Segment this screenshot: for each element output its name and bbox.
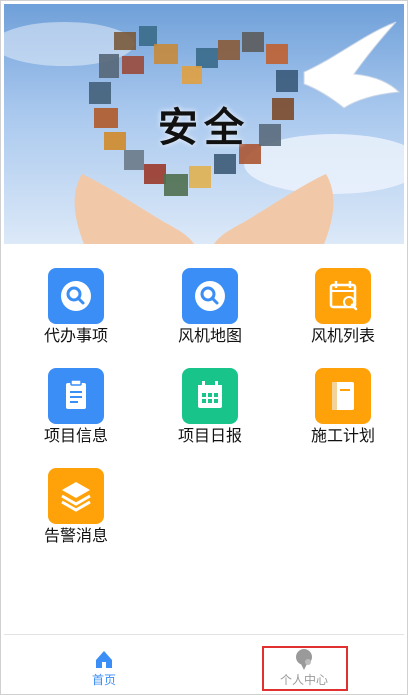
menu-item-label: 告警消息 <box>43 526 108 545</box>
menu-item-project-info[interactable]: 项目信息 <box>15 344 135 445</box>
safety-banner: 安全 <box>4 4 404 244</box>
clipboard-icon <box>48 368 104 424</box>
menu-item-label: 代办事项 <box>43 326 108 345</box>
menu-item-fan-map[interactable]: 风机地图 <box>149 244 269 345</box>
menu-item-label: 施工计划 <box>310 426 375 445</box>
search-icon <box>182 268 238 324</box>
menu-item-label: 项目日报 <box>177 426 242 445</box>
book-icon <box>315 368 371 424</box>
search-icon <box>48 268 104 324</box>
menu-item-todo[interactable]: 代办事项 <box>15 244 135 345</box>
menu-grid: 代办事项 风机地图 风机列表 项目信息 项目日报 施工计划 告警消息 <box>4 244 404 634</box>
banner-title: 安全 <box>158 105 250 151</box>
tab-home-label: 首页 <box>91 673 116 687</box>
menu-item-alarm-messages[interactable]: 告警消息 <box>15 444 135 545</box>
highlight-box <box>262 646 348 691</box>
menu-item-construction-plan[interactable]: 施工计划 <box>282 344 402 445</box>
menu-item-fan-list[interactable]: 风机列表 <box>282 244 402 345</box>
calendar-icon <box>182 368 238 424</box>
menu-item-label: 风机列表 <box>310 326 375 345</box>
layers-icon <box>48 468 104 524</box>
menu-item-daily-report[interactable]: 项目日报 <box>149 344 269 445</box>
menu-item-label: 项目信息 <box>43 426 108 445</box>
tab-home[interactable]: 首页 <box>4 635 204 694</box>
menu-item-label: 风机地图 <box>177 326 242 345</box>
app-frame: 安全 代办事项 风机地图 风机列表 项目信息 项目日报 施工计划 告警消息 首页… <box>0 0 408 695</box>
calendar-search-icon <box>315 268 371 324</box>
